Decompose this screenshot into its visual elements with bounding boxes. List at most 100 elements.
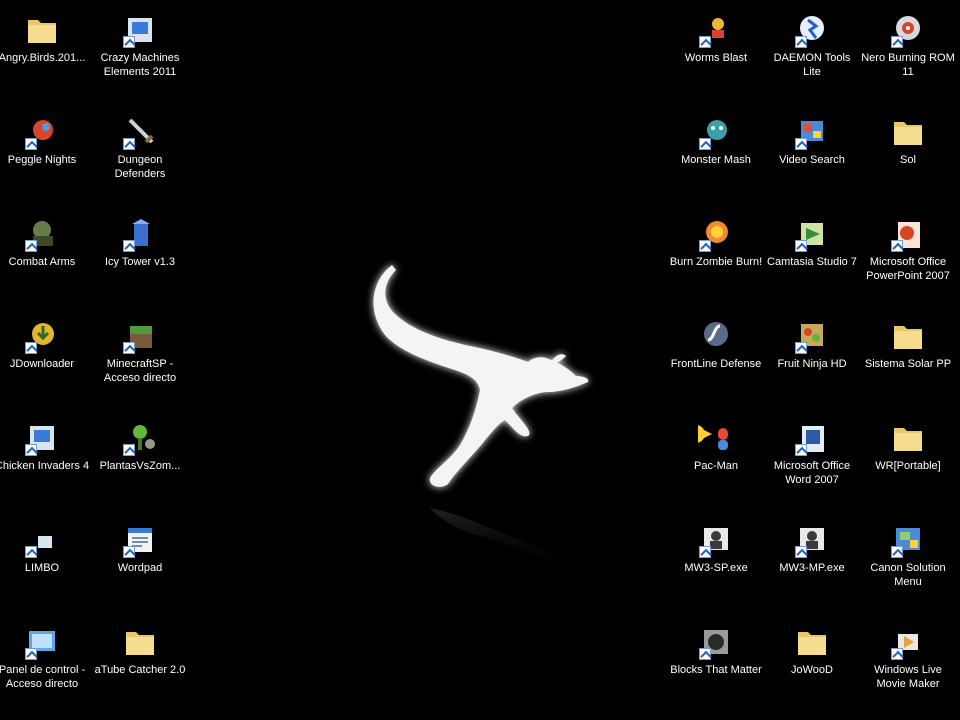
shortcut-arrow-icon [891, 240, 903, 252]
pacman-icon [698, 425, 728, 450]
icon-label: Crazy Machines Elements 2011 [100, 52, 180, 78]
desktop-icon-angry-birds[interactable]: Angry.Birds.201... [0, 6, 90, 106]
desktop-icon-worms-blast[interactable]: Worms Blast [668, 6, 764, 106]
icon-label: Monster Mash [681, 154, 751, 166]
icon-label: Sistema Solar PP [864, 358, 952, 370]
folder-icon [894, 122, 922, 145]
icon-label: MW3-MP.exe [779, 562, 845, 574]
desktop-icon-video-search[interactable]: Video Search [764, 108, 860, 208]
desktop-icon-icy-tower[interactable]: Icy Tower v1.3 [92, 210, 188, 310]
icon-label: Panel de control - Acceso directo [0, 664, 86, 690]
shortcut-arrow-icon [699, 546, 711, 558]
icon-label: Blocks That Matter [670, 664, 762, 676]
shortcut-arrow-icon [795, 138, 807, 150]
desktop-icon-movie-maker[interactable]: Windows Live Movie Maker [860, 618, 956, 718]
desktop-icon-wr-portable[interactable]: WR[Portable] [860, 414, 956, 514]
icon-label: JDownloader [9, 358, 75, 370]
shortcut-arrow-icon [699, 138, 711, 150]
icon-label: Fruit Ninja HD [777, 358, 847, 370]
folder-icon [28, 20, 56, 43]
shortcut-arrow-icon [25, 444, 37, 456]
shortcut-arrow-icon [25, 342, 37, 354]
icon-label: Camtasia Studio 7 [767, 256, 857, 268]
desktop-icon-peggle-nights[interactable]: Peggle Nights [0, 108, 90, 208]
desktop-icon-nero[interactable]: Nero Burning ROM 11 [860, 6, 956, 106]
icon-label: PlantasVsZom... [99, 460, 181, 472]
desktop-icon-crazy-machines[interactable]: Crazy Machines Elements 2011 [92, 6, 188, 106]
desktop-icon-combat-arms[interactable]: Combat Arms [0, 210, 90, 310]
shortcut-arrow-icon [123, 546, 135, 558]
desktop-icon-atube-catcher[interactable]: aTube Catcher 2.0 [92, 618, 188, 718]
icon-label: LIMBO [24, 562, 60, 574]
shortcut-arrow-icon [25, 546, 37, 558]
shortcut-arrow-icon [795, 342, 807, 354]
desktop-icon-limbo[interactable]: LIMBO [0, 516, 90, 616]
desktop-icon-sistema-solar[interactable]: Sistema Solar PP [860, 312, 956, 412]
icon-label: Video Search [779, 154, 845, 166]
icon-label: Wordpad [117, 562, 163, 574]
icon-label: Peggle Nights [7, 154, 77, 166]
flash-icon [704, 322, 728, 346]
desktop-icon-dungeon-defenders[interactable]: Dungeon Defenders [92, 108, 188, 208]
icon-label: Combat Arms [8, 256, 76, 268]
desktop-icon-wordpad[interactable]: Wordpad [92, 516, 188, 616]
shortcut-arrow-icon [795, 546, 807, 558]
icon-label: Angry.Birds.201... [0, 52, 86, 64]
desktop-icon-plantasvszombies[interactable]: PlantasVsZom... [92, 414, 188, 514]
folder-icon [126, 632, 154, 655]
desktop-icon-chicken-invaders[interactable]: Chicken Invaders 4 [0, 414, 90, 514]
shortcut-arrow-icon [891, 36, 903, 48]
desktop-icon-burn-zombie-burn[interactable]: Burn Zombie Burn! [668, 210, 764, 310]
desktop-icon-frontline-defense[interactable]: FrontLine Defense [668, 312, 764, 412]
shortcut-arrow-icon [25, 648, 37, 660]
desktop-icon-minecraftsp[interactable]: MinecraftSP - Acceso directo [92, 312, 188, 412]
desktop-icon-pac-man[interactable]: Pac-Man [668, 414, 764, 514]
desktop-icon-jdownloader[interactable]: JDownloader [0, 312, 90, 412]
icon-label: DAEMON Tools Lite [773, 52, 851, 78]
icon-label: MinecraftSP - Acceso directo [103, 358, 177, 384]
desktop-icon-daemon-tools[interactable]: DAEMON Tools Lite [764, 6, 860, 106]
desktop-icon-panel-de-control[interactable]: Panel de control - Acceso directo [0, 618, 90, 718]
icon-label: Nero Burning ROM 11 [861, 52, 955, 78]
icon-label: Icy Tower v1.3 [104, 256, 176, 268]
shortcut-arrow-icon [123, 342, 135, 354]
icon-label: JoWooD [791, 664, 833, 676]
icon-label: Microsoft Office Word 2007 [773, 460, 851, 486]
shortcut-arrow-icon [795, 240, 807, 252]
shortcut-arrow-icon [891, 546, 903, 558]
icon-label: aTube Catcher 2.0 [94, 664, 186, 676]
shortcut-arrow-icon [25, 240, 37, 252]
folder-icon [894, 428, 922, 451]
shortcut-arrow-icon [123, 240, 135, 252]
icon-label: FrontLine Defense [670, 358, 762, 370]
icon-label: WR[Portable] [875, 460, 941, 472]
icon-label: Microsoft Office PowerPoint 2007 [866, 256, 950, 282]
desktop-icon-word[interactable]: Microsoft Office Word 2007 [764, 414, 860, 514]
shortcut-arrow-icon [891, 648, 903, 660]
icon-label: Sol [900, 154, 916, 166]
desktop-icon-mw3-sp[interactable]: MW3-SP.exe [668, 516, 764, 616]
icon-label: Dungeon Defenders [114, 154, 166, 180]
shortcut-arrow-icon [123, 138, 135, 150]
icon-label: Worms Blast [684, 52, 748, 64]
folder-icon [798, 632, 826, 655]
icon-label: Burn Zombie Burn! [669, 256, 763, 268]
icon-label: MW3-SP.exe [684, 562, 748, 574]
desktop-icon-blocks-that-matter[interactable]: Blocks That Matter [668, 618, 764, 718]
desktop-icon-jowood[interactable]: JoWooD [764, 618, 860, 718]
shortcut-arrow-icon [795, 36, 807, 48]
icon-label: Windows Live Movie Maker [874, 664, 942, 690]
shortcut-arrow-icon [25, 138, 37, 150]
desktop-icon-camtasia[interactable]: Camtasia Studio 7 [764, 210, 860, 310]
desktop-icon-powerpoint[interactable]: Microsoft Office PowerPoint 2007 [860, 210, 956, 310]
shortcut-arrow-icon [699, 648, 711, 660]
folder-icon [894, 326, 922, 349]
desktop-icon-monster-mash[interactable]: Monster Mash [668, 108, 764, 208]
desktop-icon-canon-solution-menu[interactable]: Canon Solution Menu [860, 516, 956, 616]
shortcut-arrow-icon [699, 240, 711, 252]
icon-label: Canon Solution Menu [870, 562, 946, 588]
desktop-icon-fruit-ninja[interactable]: Fruit Ninja HD [764, 312, 860, 412]
desktop-icon-mw3-mp[interactable]: MW3-MP.exe [764, 516, 860, 616]
desktop-icon-sol[interactable]: Sol [860, 108, 956, 208]
shortcut-arrow-icon [123, 36, 135, 48]
